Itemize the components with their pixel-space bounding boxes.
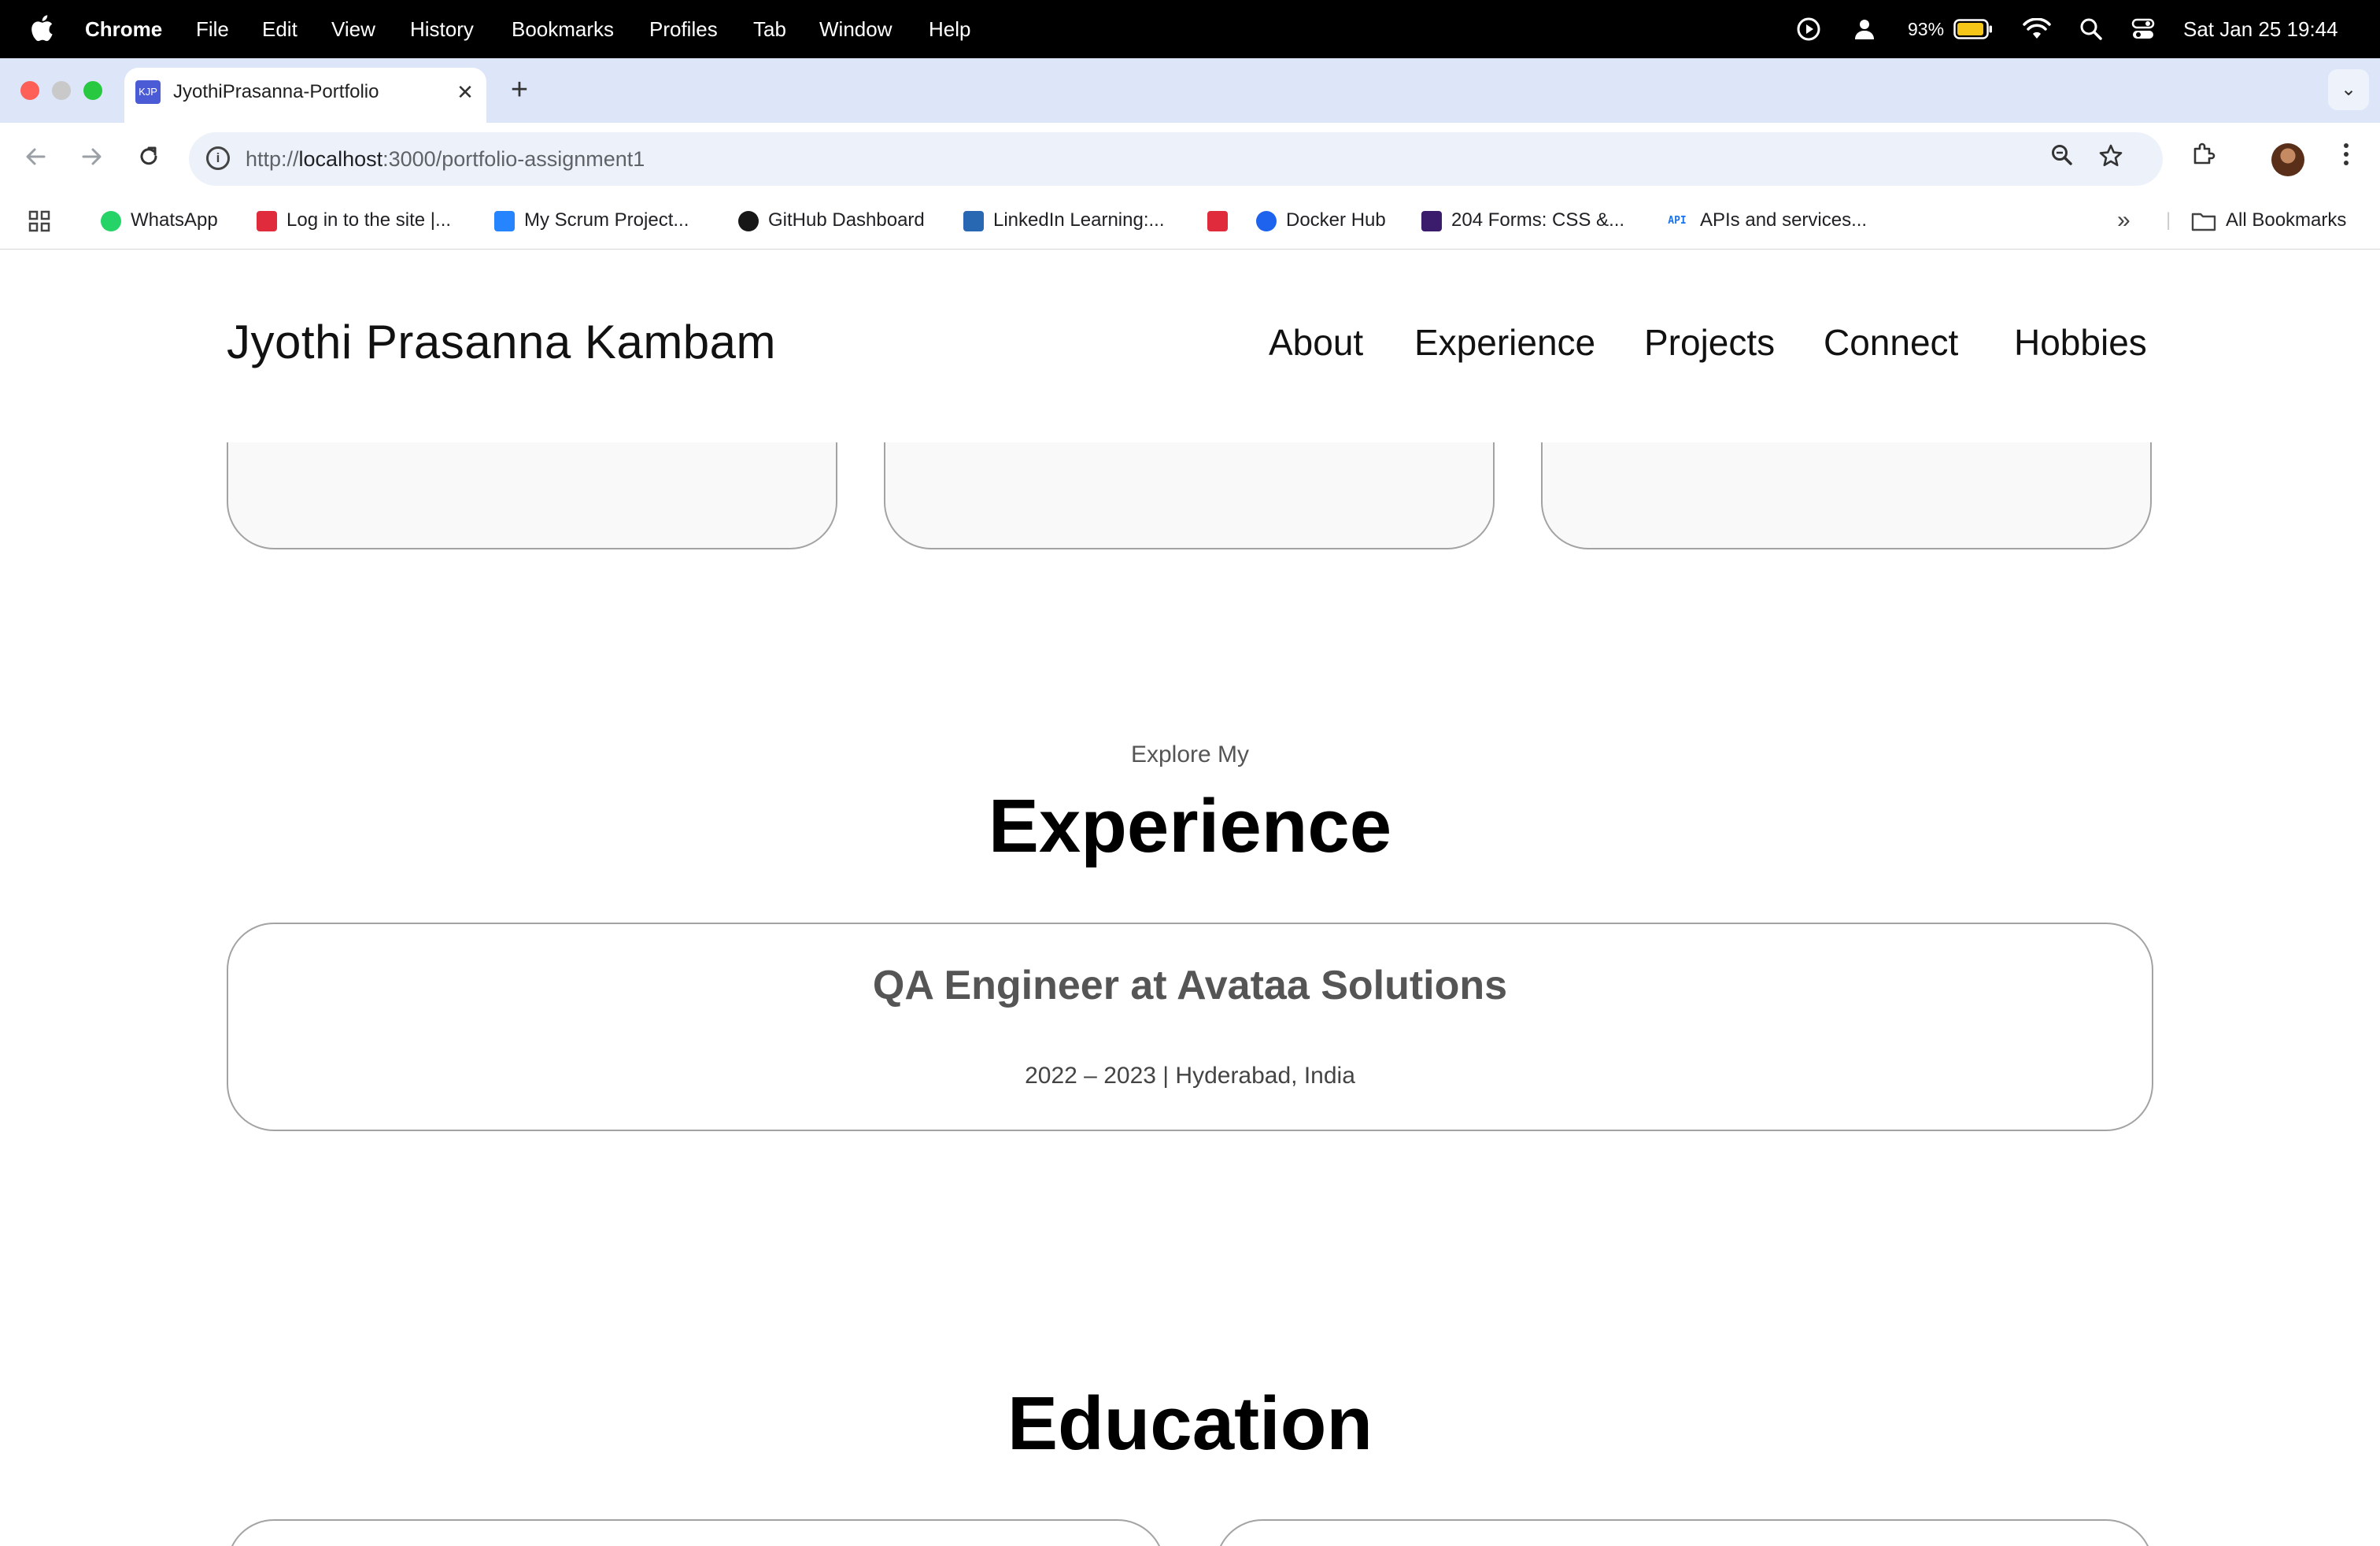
bookmark-site-icon-only[interactable] bbox=[1207, 195, 1237, 246]
bookmark-site-login[interactable]: Log in to the site |... bbox=[257, 195, 451, 246]
back-arrow-icon[interactable] bbox=[16, 140, 55, 179]
control-center-icon[interactable] bbox=[2131, 0, 2155, 58]
menu-app-name[interactable]: Chrome bbox=[85, 0, 162, 58]
menu-edit[interactable]: Edit bbox=[262, 0, 298, 58]
menu-file[interactable]: File bbox=[196, 0, 229, 58]
reload-icon[interactable] bbox=[129, 140, 168, 179]
menu-help[interactable]: Help bbox=[929, 0, 970, 58]
new-tab-icon[interactable]: + bbox=[504, 72, 535, 107]
forward-arrow-icon[interactable] bbox=[72, 140, 112, 179]
bookmarks-divider: | bbox=[2166, 209, 2171, 231]
apps-grid-icon[interactable] bbox=[28, 195, 50, 246]
project-card bbox=[227, 442, 837, 549]
education-title: Education bbox=[1007, 1381, 1373, 1466]
education-card bbox=[1215, 1519, 2153, 1546]
bookmark-forms-css[interactable]: 204 Forms: CSS &... bbox=[1421, 195, 1624, 246]
menu-profiles[interactable]: Profiles bbox=[649, 0, 718, 58]
jira-icon bbox=[494, 210, 515, 231]
address-url[interactable]: http://localhost:3000/portfolio-assignme… bbox=[246, 132, 645, 186]
folder-icon bbox=[2191, 213, 2216, 231]
nav-link-connect[interactable]: Connect bbox=[1824, 322, 1958, 363]
bookmark-scrum-project[interactable]: My Scrum Project... bbox=[494, 195, 689, 246]
window-minimize-button[interactable] bbox=[52, 81, 71, 100]
tab-favicon: KJP bbox=[135, 80, 161, 104]
bookmarks-bar: WhatsApp Log in to the site |... My Scru… bbox=[0, 195, 2380, 250]
menu-view[interactable]: View bbox=[331, 0, 375, 58]
nav-link-about[interactable]: About bbox=[1269, 322, 1363, 363]
tab-title: JyothiPrasanna-Portfolio bbox=[173, 81, 379, 102]
experience-meta: 2022 – 2023 | Hyderabad, India bbox=[1025, 1063, 1355, 1089]
tab-close-icon[interactable]: ✕ bbox=[452, 79, 479, 105]
education-card bbox=[227, 1519, 1165, 1546]
bookmark-linkedin-learning[interactable]: LinkedIn Learning:... bbox=[963, 195, 1165, 246]
tab-search-chevron-down-icon[interactable]: ⌄ bbox=[2328, 69, 2369, 110]
menu-history[interactable]: History bbox=[410, 0, 474, 58]
portfolio-page: Jyothi Prasanna Kambam About Experience … bbox=[0, 250, 2380, 1546]
browser-tab-active[interactable]: KJP JyothiPrasanna-Portfolio ✕ bbox=[124, 68, 486, 123]
bookmark-star-icon[interactable] bbox=[2095, 143, 2127, 175]
bookmark-apis-services[interactable]: API APIs and services... bbox=[1664, 195, 1867, 246]
more-menu-icon[interactable] bbox=[2326, 140, 2366, 179]
nav-link-projects[interactable]: Projects bbox=[1644, 322, 1775, 363]
site-icon bbox=[1207, 210, 1228, 231]
wifi-icon[interactable] bbox=[2023, 0, 2051, 58]
experience-role: QA Engineer at Avataa Solutions bbox=[872, 963, 1508, 1008]
window-zoom-button[interactable] bbox=[83, 81, 102, 100]
zoom-magnifier-icon[interactable] bbox=[2046, 143, 2078, 175]
menu-clock[interactable]: Sat Jan 25 19:44 bbox=[2183, 0, 2338, 58]
github-icon bbox=[738, 210, 759, 231]
linkedin-learning-icon bbox=[963, 210, 984, 231]
project-card bbox=[884, 442, 1495, 549]
apple-menu-icon[interactable] bbox=[30, 0, 54, 58]
ui-icon bbox=[1421, 210, 1442, 231]
bookmark-whatsapp[interactable]: WhatsApp bbox=[101, 195, 218, 246]
menu-tab[interactable]: Tab bbox=[753, 0, 786, 58]
extensions-puzzle-icon[interactable] bbox=[2183, 140, 2223, 179]
battery-icon[interactable] bbox=[1953, 0, 1993, 58]
bookmark-docker-hub[interactable]: Docker Hub bbox=[1256, 195, 1386, 246]
nav-link-experience[interactable]: Experience bbox=[1414, 322, 1595, 363]
spotlight-search-icon[interactable] bbox=[2079, 0, 2103, 58]
profile-avatar[interactable] bbox=[2271, 143, 2304, 176]
now-playing-icon[interactable] bbox=[1796, 0, 1821, 58]
all-bookmarks-button[interactable]: All Bookmarks bbox=[2191, 195, 2346, 246]
site-info-icon[interactable]: i bbox=[206, 146, 230, 170]
experience-card: QA Engineer at Avataa Solutions 2022 – 2… bbox=[227, 923, 2153, 1131]
menu-window[interactable]: Window bbox=[819, 0, 892, 58]
site-icon bbox=[257, 210, 277, 231]
menu-bookmarks[interactable]: Bookmarks bbox=[512, 0, 614, 58]
window-close-button[interactable] bbox=[20, 81, 39, 100]
macos-menu-bar: Chrome File Edit View History Bookmarks … bbox=[0, 0, 2380, 58]
bookmarks-overflow-chevron-icon[interactable]: » bbox=[2117, 195, 2131, 246]
experience-title: Experience bbox=[988, 784, 1392, 868]
battery-percent: 93% bbox=[1908, 19, 1945, 39]
whatsapp-icon bbox=[101, 210, 121, 231]
project-card bbox=[1541, 442, 2152, 549]
address-bar[interactable]: i http://localhost:3000/portfolio-assign… bbox=[189, 132, 2163, 186]
projects-section-clip bbox=[0, 442, 2380, 757]
experience-subtitle: Explore My bbox=[1130, 742, 1250, 767]
nav-link-hobbies[interactable]: Hobbies bbox=[2014, 322, 2147, 363]
api-icon: API bbox=[1668, 214, 1687, 227]
user-icon[interactable] bbox=[1853, 0, 1876, 58]
docker-icon bbox=[1256, 210, 1277, 231]
bookmark-github-dashboard[interactable]: GitHub Dashboard bbox=[738, 195, 925, 246]
site-logo-name[interactable]: Jyothi Prasanna Kambam bbox=[227, 319, 776, 366]
